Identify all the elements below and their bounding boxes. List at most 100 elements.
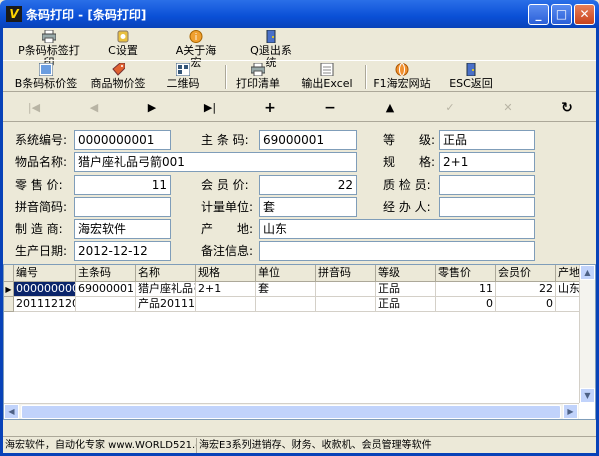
pinyin-field[interactable] (74, 197, 171, 217)
retail-price-label: 零 售 价: (15, 178, 63, 192)
inspector-field[interactable] (439, 175, 535, 195)
table-cell[interactable] (76, 297, 136, 312)
record-form: 系统编号: 0000000001 主 条 码: 69000001 等 级: 正品… (3, 124, 596, 264)
nav-first-button[interactable]: |◀ (23, 98, 45, 118)
scroll-thumb[interactable] (21, 405, 561, 419)
return-button[interactable]: ESC返回 (449, 63, 493, 91)
vertical-scrollbar[interactable]: ▲ ▼ (579, 265, 595, 403)
table-cell[interactable] (556, 297, 580, 312)
horizontal-scrollbar[interactable]: ◀ ▶ (4, 403, 579, 419)
printer-icon (251, 63, 265, 76)
nav-next-button[interactable]: ▶ (141, 98, 163, 118)
table-cell[interactable] (196, 297, 256, 312)
name-field[interactable]: 猎户座礼品弓箭001 (74, 152, 357, 172)
qrcode-button[interactable]: 二维码 (163, 63, 203, 91)
nav-delete-button[interactable]: − (319, 98, 341, 118)
table-cell[interactable]: 69000001 (76, 282, 136, 297)
table-cell[interactable]: 正品 (376, 297, 436, 312)
table-cell[interactable]: 产品2011121 (136, 297, 196, 312)
table-cell[interactable]: 山东 (556, 282, 580, 297)
spec-label: 规 格: (383, 155, 436, 169)
nav-last-button[interactable]: ▶| (199, 98, 221, 118)
sys-no-label: 系统编号: (15, 133, 68, 147)
table-cell[interactable]: 22 (496, 282, 556, 297)
member-price-field[interactable]: 22 (259, 175, 357, 195)
table-cell[interactable]: 猎户座礼品弓 (136, 282, 196, 297)
pinyin-label: 拼音简码: (15, 200, 68, 214)
nav-cancel-button[interactable]: ✕ (497, 98, 519, 118)
website-button[interactable]: F1海宏网站 (373, 63, 431, 91)
table-cell[interactable] (316, 282, 376, 297)
table-cell[interactable]: 2+1 (196, 282, 256, 297)
current-row-marker: ▶ (4, 282, 14, 297)
table-cell[interactable]: 11 (436, 282, 496, 297)
main-code-field[interactable]: 69000001 (259, 130, 357, 150)
nav-prior-button[interactable]: ◀ (83, 98, 105, 118)
maker-field[interactable]: 海宏软件 (74, 219, 171, 239)
data-grid[interactable]: 编号 主条码 名称 规格 单位 拼音码 等级 零售价 会员价 产地 ▶ 0000… (3, 264, 596, 420)
nav-refresh-button[interactable]: ↻ (556, 98, 578, 118)
maximize-button[interactable]: □ (551, 4, 572, 25)
handler-field[interactable] (439, 197, 535, 217)
scroll-up-arrow[interactable]: ▲ (580, 265, 595, 280)
table-cell[interactable]: 0 (496, 297, 556, 312)
menu-barcode-label-print[interactable]: P条码标签打印 (13, 30, 85, 69)
column-header[interactable]: 等级 (376, 265, 436, 282)
origin-label: 产 地: (201, 222, 254, 236)
column-header[interactable]: 会员价 (496, 265, 556, 282)
about-icon: i (189, 30, 203, 43)
prod-date-field[interactable]: 2012-12-12 (74, 241, 171, 261)
table-cell[interactable] (316, 297, 376, 312)
close-button[interactable]: ✕ (574, 4, 595, 25)
minimize-button[interactable]: _ (528, 4, 549, 25)
sys-no-field[interactable]: 0000000001 (74, 130, 171, 150)
table-cell[interactable]: 2011121200 (14, 297, 76, 312)
menu-about[interactable]: i A关于海宏 (171, 30, 221, 69)
app-icon: V (6, 6, 22, 22)
column-header[interactable]: 产地 (556, 265, 580, 282)
status-left: 海宏软件，自动化专家 www.WORLD521.com (5, 438, 197, 453)
settings-icon (117, 30, 129, 43)
nav-insert-button[interactable]: + (259, 98, 281, 118)
barcode-label-icon (39, 63, 53, 76)
scroll-right-arrow[interactable]: ▶ (563, 404, 578, 419)
nav-edit-button[interactable]: ▲ (379, 98, 401, 118)
origin-field[interactable]: 山东 (259, 219, 535, 239)
column-header[interactable]: 零售价 (436, 265, 496, 282)
spec-field[interactable]: 2+1 (439, 152, 535, 172)
notes-field[interactable] (259, 241, 535, 261)
unit-label: 计量单位: (201, 200, 254, 214)
column-header[interactable]: 拼音码 (316, 265, 376, 282)
scroll-down-arrow[interactable]: ▼ (580, 388, 595, 403)
qrcode-icon (176, 63, 190, 76)
status-right: 海宏E3系列进销存、财务、收款机、会员管理等软件 (199, 440, 432, 451)
main-code-label: 主 条 码: (201, 133, 249, 147)
table-cell[interactable]: 套 (256, 282, 316, 297)
row-header (4, 297, 14, 312)
record-navigator: |◀ ◀ ▶ ▶| + − ▲ ✓ ✕ ↻ (3, 94, 596, 122)
printer-icon (42, 30, 56, 43)
column-header[interactable]: 名称 (136, 265, 196, 282)
grade-field[interactable]: 正品 (439, 130, 535, 150)
export-excel-button[interactable]: 输出Excel (299, 63, 355, 91)
column-header[interactable]: 编号 (14, 265, 76, 282)
barcode-label-button[interactable]: B条码标价签 (13, 63, 79, 91)
menu-settings[interactable]: C设置 (103, 30, 143, 58)
table-cell[interactable]: 0 (436, 297, 496, 312)
price-tag-button[interactable]: 商品物价签 (87, 63, 149, 91)
menu-exit[interactable]: Q退出系统 (245, 30, 297, 69)
column-header[interactable]: 规格 (196, 265, 256, 282)
maker-label: 制 造 商: (15, 222, 63, 236)
member-price-label: 会 员 价: (201, 178, 249, 192)
table-cell[interactable]: 正品 (376, 282, 436, 297)
nav-post-button[interactable]: ✓ (439, 98, 461, 118)
retail-price-field[interactable]: 11 (74, 175, 171, 195)
table-cell[interactable]: 0000000001 (14, 282, 76, 297)
print-list-button[interactable]: 打印清单 (235, 63, 281, 91)
name-label: 物品名称: (15, 155, 68, 169)
column-header[interactable]: 主条码 (76, 265, 136, 282)
scroll-left-arrow[interactable]: ◀ (4, 404, 19, 419)
unit-field[interactable]: 套 (259, 197, 357, 217)
column-header[interactable]: 单位 (256, 265, 316, 282)
table-cell[interactable] (256, 297, 316, 312)
